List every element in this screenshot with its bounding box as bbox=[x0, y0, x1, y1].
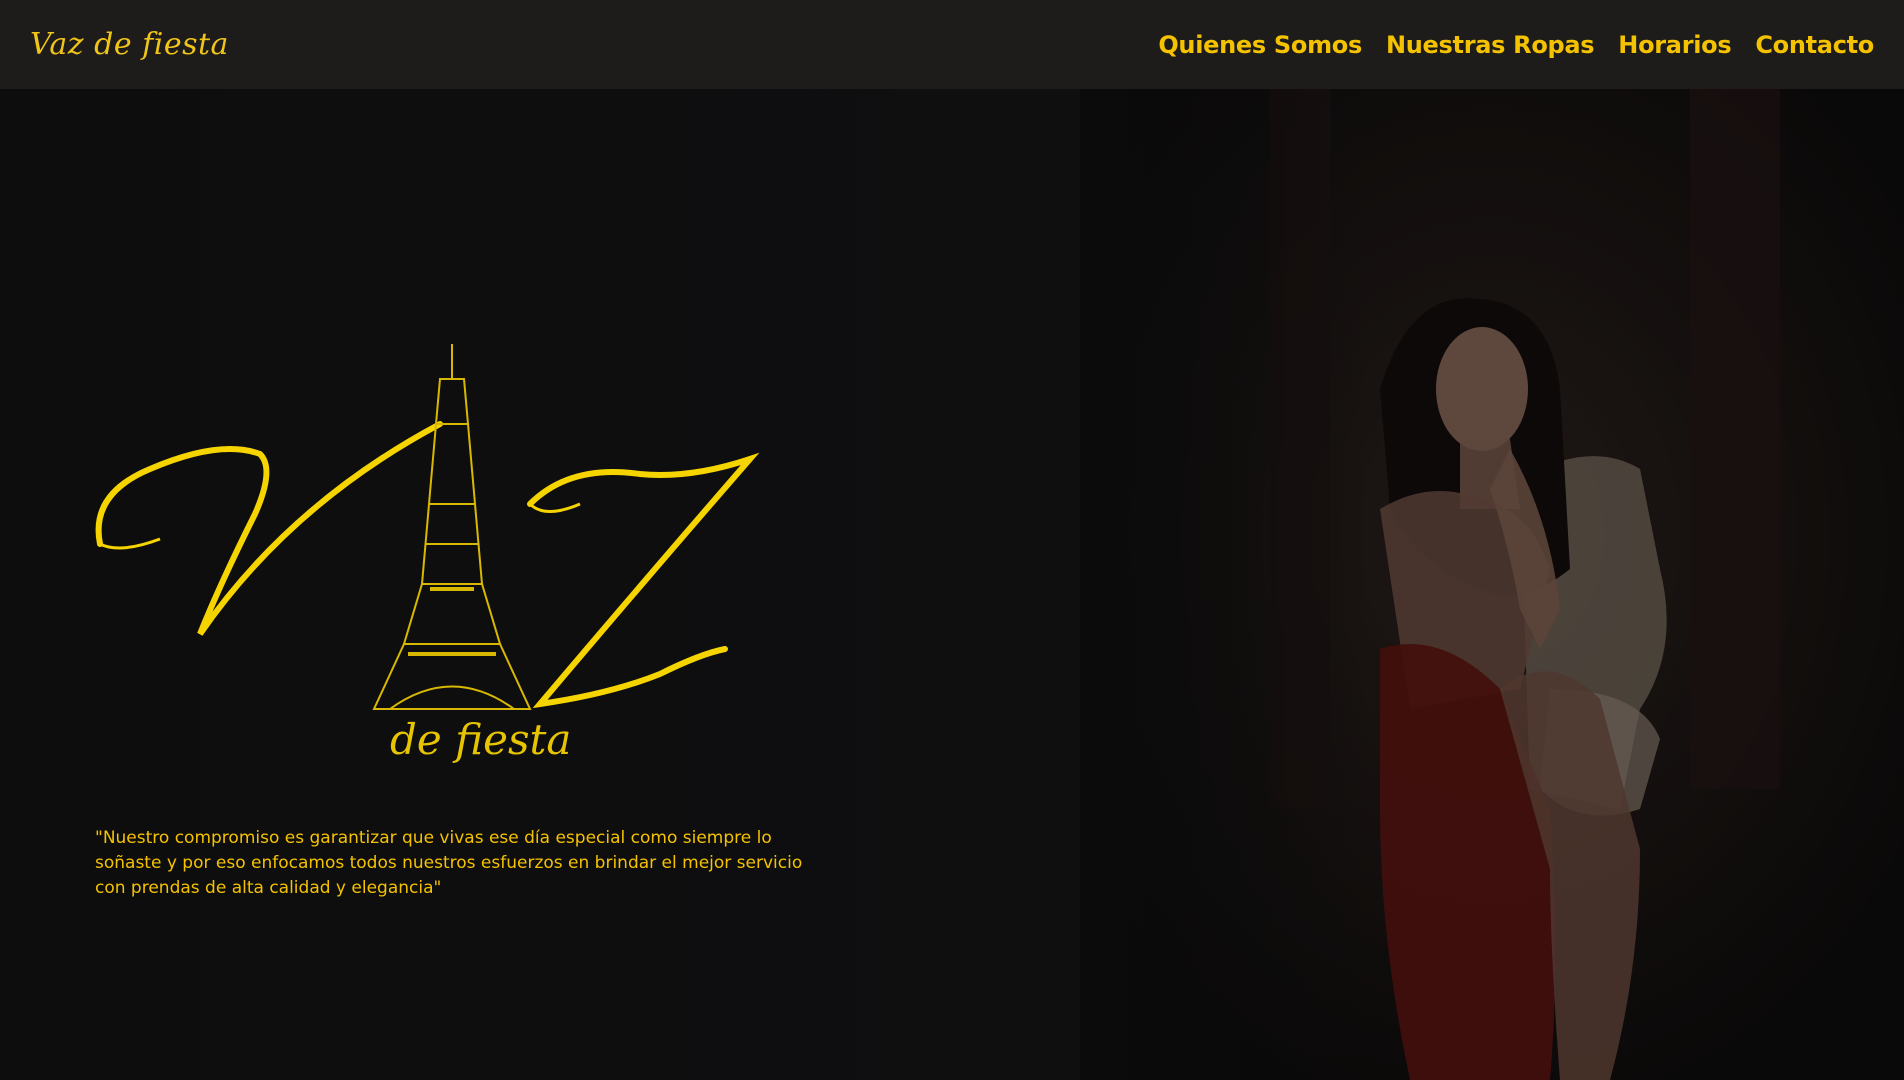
main-nav: Quienes Somos Nuestras Ropas Horarios Co… bbox=[1158, 31, 1874, 59]
nav-link-nuestras-ropas[interactable]: Nuestras Ropas bbox=[1386, 31, 1595, 59]
brand-logo-link[interactable]: Vaz de fiesta bbox=[30, 27, 229, 62]
nav-link-horarios[interactable]: Horarios bbox=[1618, 31, 1731, 59]
page: Vaz de fiesta Quienes Somos Nuestras Rop… bbox=[0, 0, 1904, 1080]
nav-link-quienes-somos[interactable]: Quienes Somos bbox=[1158, 31, 1362, 59]
vaz-de-fiesta-logo: de fiesta bbox=[95, 344, 760, 764]
nav-link-contacto[interactable]: Contacto bbox=[1755, 31, 1874, 59]
hero-quote: "Nuestro compromiso es garantizar que vi… bbox=[95, 828, 803, 898]
hero-background-photo bbox=[1080, 89, 1904, 1080]
hero-section: de fiesta "Nuestro compromiso es garanti… bbox=[0, 89, 1904, 1080]
top-navbar: Vaz de fiesta Quienes Somos Nuestras Rop… bbox=[0, 0, 1904, 89]
logo-tagline: de fiesta bbox=[390, 715, 571, 764]
